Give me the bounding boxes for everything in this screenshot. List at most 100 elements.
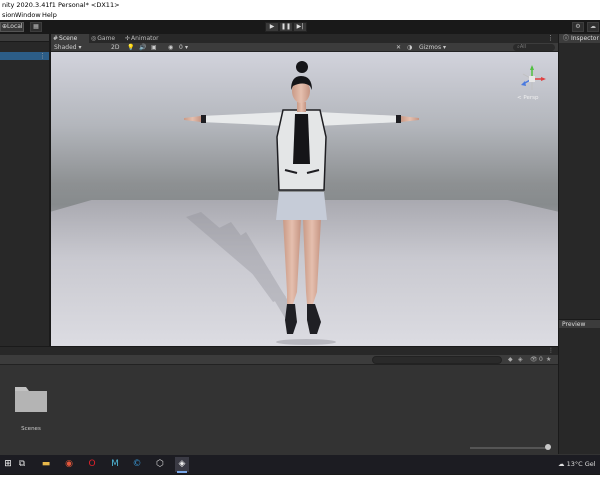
menu-item-help[interactable]: Help: [42, 11, 57, 20]
scene-menu-icon[interactable]: ⋮: [547, 34, 554, 43]
file-explorer-button[interactable]: ▬: [39, 457, 53, 472]
scene-icon: #: [53, 35, 59, 42]
hierarchy-menu-icon[interactable]: ⋮: [39, 52, 46, 60]
hair-bun: [296, 61, 308, 73]
menu-bar: sion Window Help: [0, 11, 600, 20]
play-button[interactable]: ▶: [265, 22, 279, 32]
app-c-icon: ©: [132, 459, 142, 469]
settings-button[interactable]: ⚙: [572, 22, 584, 32]
hierarchy-header: [0, 34, 49, 42]
step-icon: ▶|: [296, 23, 304, 30]
account-button[interactable]: ☁: [587, 22, 599, 32]
projection-label[interactable]: < Persp: [517, 95, 538, 101]
search-by-label-icon[interactable]: ◈: [518, 356, 523, 364]
windows-icon: ⊞: [4, 459, 12, 469]
toggle-2d-button[interactable]: 2D: [111, 43, 119, 52]
weather-icon: ☁: [558, 460, 565, 468]
gamepad-icon: ◎: [91, 35, 97, 42]
animator-icon: ✢: [125, 35, 131, 42]
tab-animator[interactable]: ✢Animator: [123, 34, 167, 43]
gizmo-toggle-icon[interactable]: ◑: [407, 43, 412, 52]
tab-inspector[interactable]: ⓘ Inspector: [559, 34, 600, 43]
skirt: [276, 192, 327, 220]
weather-widget[interactable]: ☁ 13°C Gel: [558, 460, 596, 468]
tools-icon[interactable]: ✕: [396, 43, 401, 52]
unity-editor-icon: ◈: [178, 459, 186, 469]
neck: [297, 102, 306, 112]
left-arm: [201, 112, 286, 126]
menu-item-window[interactable]: Window: [15, 11, 41, 20]
task-view-button[interactable]: ⧉: [15, 457, 29, 472]
right-cuff: [396, 115, 401, 123]
audio-icon[interactable]: 🔊: [139, 43, 146, 52]
app-c-button[interactable]: ©: [130, 457, 144, 472]
hidden-objects-count[interactable]: 0: [179, 43, 183, 52]
scene-toolbar: Shaded ▾ 2D 💡 🔊 ▣ ◉ 0 ▾ ✕ ◑ Gizmos ▾ ⌕Al…: [51, 43, 558, 52]
opera-button[interactable]: O: [85, 457, 99, 472]
chrome-icon: ◉: [65, 459, 73, 469]
window-title: nity 2020.3.41f1 Personal* <DX11>: [0, 0, 600, 11]
orientation-gizmo[interactable]: [517, 64, 547, 94]
scene-viewport[interactable]: < Persp: [51, 52, 558, 346]
eye-icon[interactable]: 👁: [530, 356, 538, 364]
project-tab-bar: ⋮: [0, 347, 558, 355]
lighting-icon[interactable]: 💡: [127, 43, 134, 52]
tab-game[interactable]: ◎Game: [89, 34, 123, 43]
folder-icon[interactable]: [14, 383, 48, 413]
left-hand: [184, 116, 201, 122]
project-search-input[interactable]: [372, 356, 502, 364]
outside-area: [0, 475, 600, 500]
app-m-button[interactable]: M: [108, 457, 122, 472]
folder-icon: ▬: [41, 459, 51, 469]
tab-scene[interactable]: #Scene: [51, 34, 89, 43]
blouse: [293, 114, 310, 164]
pause-button[interactable]: ❚❚: [279, 22, 293, 32]
preview-header[interactable]: Preview: [559, 319, 600, 328]
folder-label[interactable]: Scenes: [13, 426, 49, 432]
menu-item-version[interactable]: sion: [2, 11, 15, 20]
icon-size-slider-knob[interactable]: [545, 444, 551, 450]
unity-hub-button[interactable]: ⬡: [153, 457, 167, 472]
right-arm: [317, 112, 401, 126]
chrome-button[interactable]: ◉: [62, 457, 76, 472]
pivot-local-toggle[interactable]: ⊕Local: [0, 22, 24, 32]
unity-icon: ⬡: [156, 459, 164, 469]
step-button[interactable]: ▶|: [293, 22, 307, 32]
hidden-assets-count[interactable]: 0: [539, 356, 543, 364]
left-cuff: [201, 115, 206, 123]
grid-icon: ▦: [33, 23, 39, 30]
project-panel: ⋮ ◆ ◈ 👁 0 ★ Scenes: [0, 346, 558, 456]
scene-search-input[interactable]: ⌕All: [513, 44, 555, 51]
grid-snap-button[interactable]: ▦: [30, 22, 42, 32]
app-m-icon: M: [111, 459, 119, 469]
windows-taskbar: ⊞ ⧉ ▬ ◉ O M © ⬡ ◈ ☁ 13°C Gel: [0, 454, 600, 474]
info-icon: ⓘ: [563, 35, 570, 42]
visibility-icon[interactable]: ◉: [168, 43, 173, 52]
search-by-type-icon[interactable]: ◆: [508, 356, 513, 364]
inspector-panel: ⓘ Inspector Preview: [558, 34, 600, 454]
pause-icon: ❚❚: [280, 23, 292, 30]
main-toolbar: ⊕Local ▦ ▶ ❚❚ ▶| ⚙ ☁: [0, 20, 600, 34]
opera-icon: O: [88, 459, 96, 469]
project-menu-icon[interactable]: ⋮: [548, 347, 554, 355]
hierarchy-panel: ⋮: [0, 34, 50, 346]
camera-dropdown-icon[interactable]: ▾: [185, 43, 188, 52]
unity-editor-button[interactable]: ◈: [175, 457, 189, 473]
star-icon[interactable]: ★: [546, 356, 551, 364]
effects-icon[interactable]: ▣: [151, 43, 157, 52]
right-leg: [303, 219, 321, 334]
icon-size-slider[interactable]: [470, 447, 550, 449]
project-toolbar: ◆ ◈ 👁 0 ★: [0, 355, 558, 365]
task-view-icon: ⧉: [18, 459, 26, 469]
cloud-icon: ☁: [590, 23, 596, 30]
asset-grid: Scenes: [0, 365, 558, 456]
start-button[interactable]: ⊞: [1, 457, 15, 472]
left-leg: [283, 219, 301, 334]
play-icon: ▶: [269, 23, 275, 30]
gear-icon: ⚙: [575, 23, 581, 30]
shading-mode-dropdown[interactable]: Shaded ▾: [54, 43, 82, 52]
scene-tab-bar: #Scene ◎Game ✢Animator ⋮: [51, 34, 558, 43]
gizmos-dropdown[interactable]: Gizmos ▾: [419, 43, 446, 52]
character-model: [184, 61, 419, 345]
playback-controls: ▶ ❚❚ ▶|: [265, 22, 307, 32]
